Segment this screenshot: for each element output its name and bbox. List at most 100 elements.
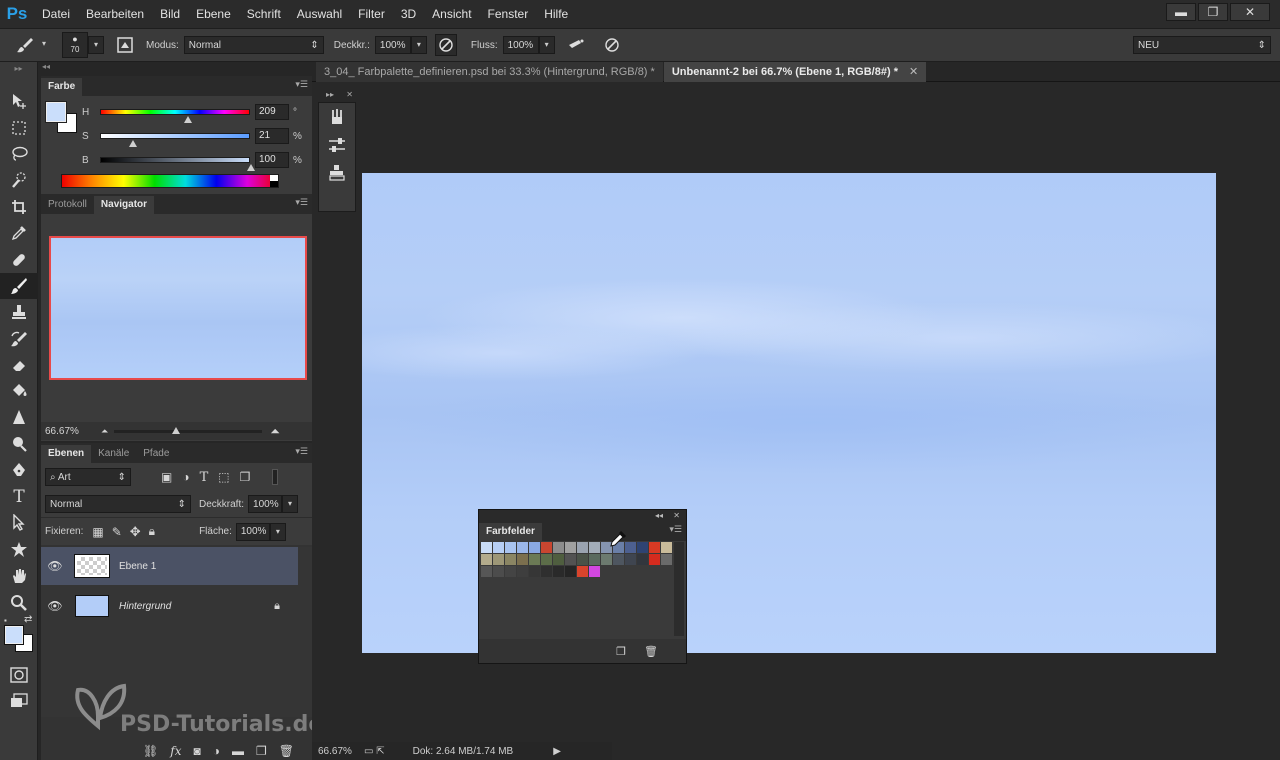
- layer-row-hintergrund[interactable]: 👁︎ Hintergrund 🔒︎: [41, 587, 298, 625]
- new-swatch-icon[interactable]: ❐: [616, 645, 626, 658]
- screen-mode-icon[interactable]: [0, 688, 38, 714]
- workspace-select[interactable]: NEU ⇕: [1133, 36, 1271, 54]
- collapse-icon[interactable]: ◂◂: [655, 511, 663, 520]
- pressure-size-icon[interactable]: [601, 34, 623, 56]
- swatch-15[interactable]: [661, 542, 673, 554]
- layer-style-fx-icon[interactable]: fx: [170, 744, 181, 758]
- menu-schrift[interactable]: Schrift: [239, 0, 289, 28]
- swatch-32[interactable]: [481, 566, 493, 578]
- collapse-panels-icon[interactable]: ◂◂: [42, 62, 50, 71]
- tab-pfade[interactable]: Pfade: [136, 445, 176, 463]
- menu-datei[interactable]: Datei: [34, 0, 78, 28]
- swatch-5[interactable]: [541, 542, 553, 554]
- marquee-tool-icon[interactable]: [0, 114, 38, 140]
- add-mask-icon[interactable]: ◙: [194, 744, 201, 758]
- visibility-eye-icon[interactable]: 👁︎: [41, 559, 69, 573]
- menu-hilfe[interactable]: Hilfe: [536, 0, 576, 28]
- status-zoom[interactable]: 66.67%: [318, 746, 364, 757]
- menu-fenster[interactable]: Fenster: [480, 0, 537, 28]
- zoom-in-icon[interactable]: ⏶: [270, 424, 280, 439]
- lock-position-icon[interactable]: ✥: [130, 524, 141, 540]
- swatch-35[interactable]: [517, 566, 529, 578]
- swatch-1[interactable]: [493, 542, 505, 554]
- swatch-4[interactable]: [529, 542, 541, 554]
- panel-menu-icon[interactable]: ▾☰: [295, 79, 308, 90]
- swatch-19[interactable]: [517, 554, 529, 566]
- status-menu-arrow-icon[interactable]: ▶: [553, 746, 561, 757]
- blend-mode-select[interactable]: Normal ⇕: [45, 495, 191, 513]
- saturation-slider[interactable]: [100, 133, 250, 147]
- close-panel-icon[interactable]: ✕: [673, 511, 680, 520]
- filter-shape-icon[interactable]: ⬚: [218, 470, 229, 484]
- filter-type-icon[interactable]: T: [200, 470, 209, 485]
- zoom-tool-icon[interactable]: [0, 589, 38, 615]
- layer-row-ebene-1[interactable]: 👁︎ Ebene 1: [41, 547, 298, 585]
- color-swatches-tool[interactable]: ▪ ⇄: [0, 614, 37, 656]
- history-brush-tool-icon[interactable]: [0, 326, 38, 352]
- menu-ebene[interactable]: Ebene: [188, 0, 239, 28]
- swatch-6[interactable]: [553, 542, 565, 554]
- swatch-34[interactable]: [505, 566, 517, 578]
- clone-stamp-tool-icon[interactable]: [0, 299, 38, 325]
- navigator-zoom-slider[interactable]: [114, 426, 263, 434]
- adjustment-layer-icon[interactable]: ◑: [213, 744, 220, 758]
- lock-all-icon[interactable]: 🔒︎: [149, 524, 155, 539]
- delete-layer-icon[interactable]: 🗑︎: [279, 744, 294, 758]
- filter-pixel-icon[interactable]: ▣: [161, 470, 172, 484]
- tab-protokoll[interactable]: Protokoll: [41, 196, 94, 214]
- swatch-24[interactable]: [577, 554, 589, 566]
- navigator-zoom-value[interactable]: 66.67%: [45, 426, 101, 437]
- quick-mask-icon[interactable]: [0, 662, 38, 688]
- menu-auswahl[interactable]: Auswahl: [289, 0, 350, 28]
- brightness-value[interactable]: 100: [255, 152, 289, 168]
- default-colors-icon[interactable]: ▪: [4, 616, 7, 625]
- swatch-8[interactable]: [577, 542, 589, 554]
- clone-source-panel-icon[interactable]: [319, 159, 355, 187]
- filter-toggle-icon[interactable]: [272, 469, 279, 485]
- flow-field[interactable]: 100%: [502, 36, 539, 54]
- menu-ansicht[interactable]: Ansicht: [424, 0, 479, 28]
- fill-dropdown[interactable]: ▾: [269, 522, 286, 541]
- brush-tool-icon[interactable]: [0, 272, 38, 300]
- swatch-13[interactable]: [637, 542, 649, 554]
- swatch-37[interactable]: [541, 566, 553, 578]
- filter-adjustment-icon[interactable]: ◑: [182, 470, 189, 484]
- spectrum-black-chip[interactable]: [270, 181, 278, 187]
- type-tool-icon[interactable]: T: [0, 484, 38, 510]
- swatch-26[interactable]: [601, 554, 613, 566]
- layer-filter-select[interactable]: ⌕ Art ⇕: [45, 468, 131, 486]
- swatch-14[interactable]: [649, 542, 661, 554]
- zoom-out-icon[interactable]: ⏶: [101, 426, 108, 437]
- pressure-opacity-icon[interactable]: [434, 34, 457, 56]
- brightness-slider-thumb[interactable]: [247, 164, 255, 171]
- swatch-18[interactable]: [505, 554, 517, 566]
- color-spectrum-ramp[interactable]: [61, 174, 279, 188]
- opacity-dropdown[interactable]: ▾: [410, 36, 427, 54]
- swatch-9[interactable]: [589, 542, 601, 554]
- layer-name[interactable]: Hintergrund: [119, 601, 171, 612]
- brush-settings-panel-icon[interactable]: [319, 131, 355, 159]
- swatch-21[interactable]: [541, 554, 553, 566]
- swatch-0[interactable]: [481, 542, 493, 554]
- brush-preset-icon[interactable]: [14, 34, 36, 56]
- healing-brush-tool-icon[interactable]: [0, 246, 38, 272]
- eyedropper-tool-icon[interactable]: [0, 220, 38, 246]
- saturation-value[interactable]: 21: [255, 128, 289, 144]
- layer-name[interactable]: Ebene 1: [119, 561, 156, 572]
- menu-bearbeiten[interactable]: Bearbeiten: [78, 0, 152, 28]
- swatch-22[interactable]: [553, 554, 565, 566]
- foreground-color-swatch[interactable]: [45, 101, 67, 123]
- doc-tab-farbpalette[interactable]: 3_04_ Farbpalette_definieren.psd bei 33.…: [316, 62, 663, 82]
- swatch-28[interactable]: [625, 554, 637, 566]
- new-layer-icon[interactable]: ❐: [256, 744, 267, 758]
- tab-farbe[interactable]: Farbe: [41, 78, 83, 96]
- swatch-25[interactable]: [589, 554, 601, 566]
- menu-filter[interactable]: Filter: [350, 0, 393, 28]
- airbrush-icon[interactable]: [565, 34, 587, 56]
- layer-opacity-dropdown[interactable]: ▾: [282, 495, 299, 513]
- foreground-color-chip[interactable]: [4, 624, 24, 645]
- flow-dropdown[interactable]: ▾: [538, 36, 555, 54]
- swatch-40[interactable]: [577, 566, 589, 578]
- swatches-scrollbar[interactable]: [674, 542, 684, 636]
- layer-opacity-field[interactable]: 100%: [248, 495, 283, 513]
